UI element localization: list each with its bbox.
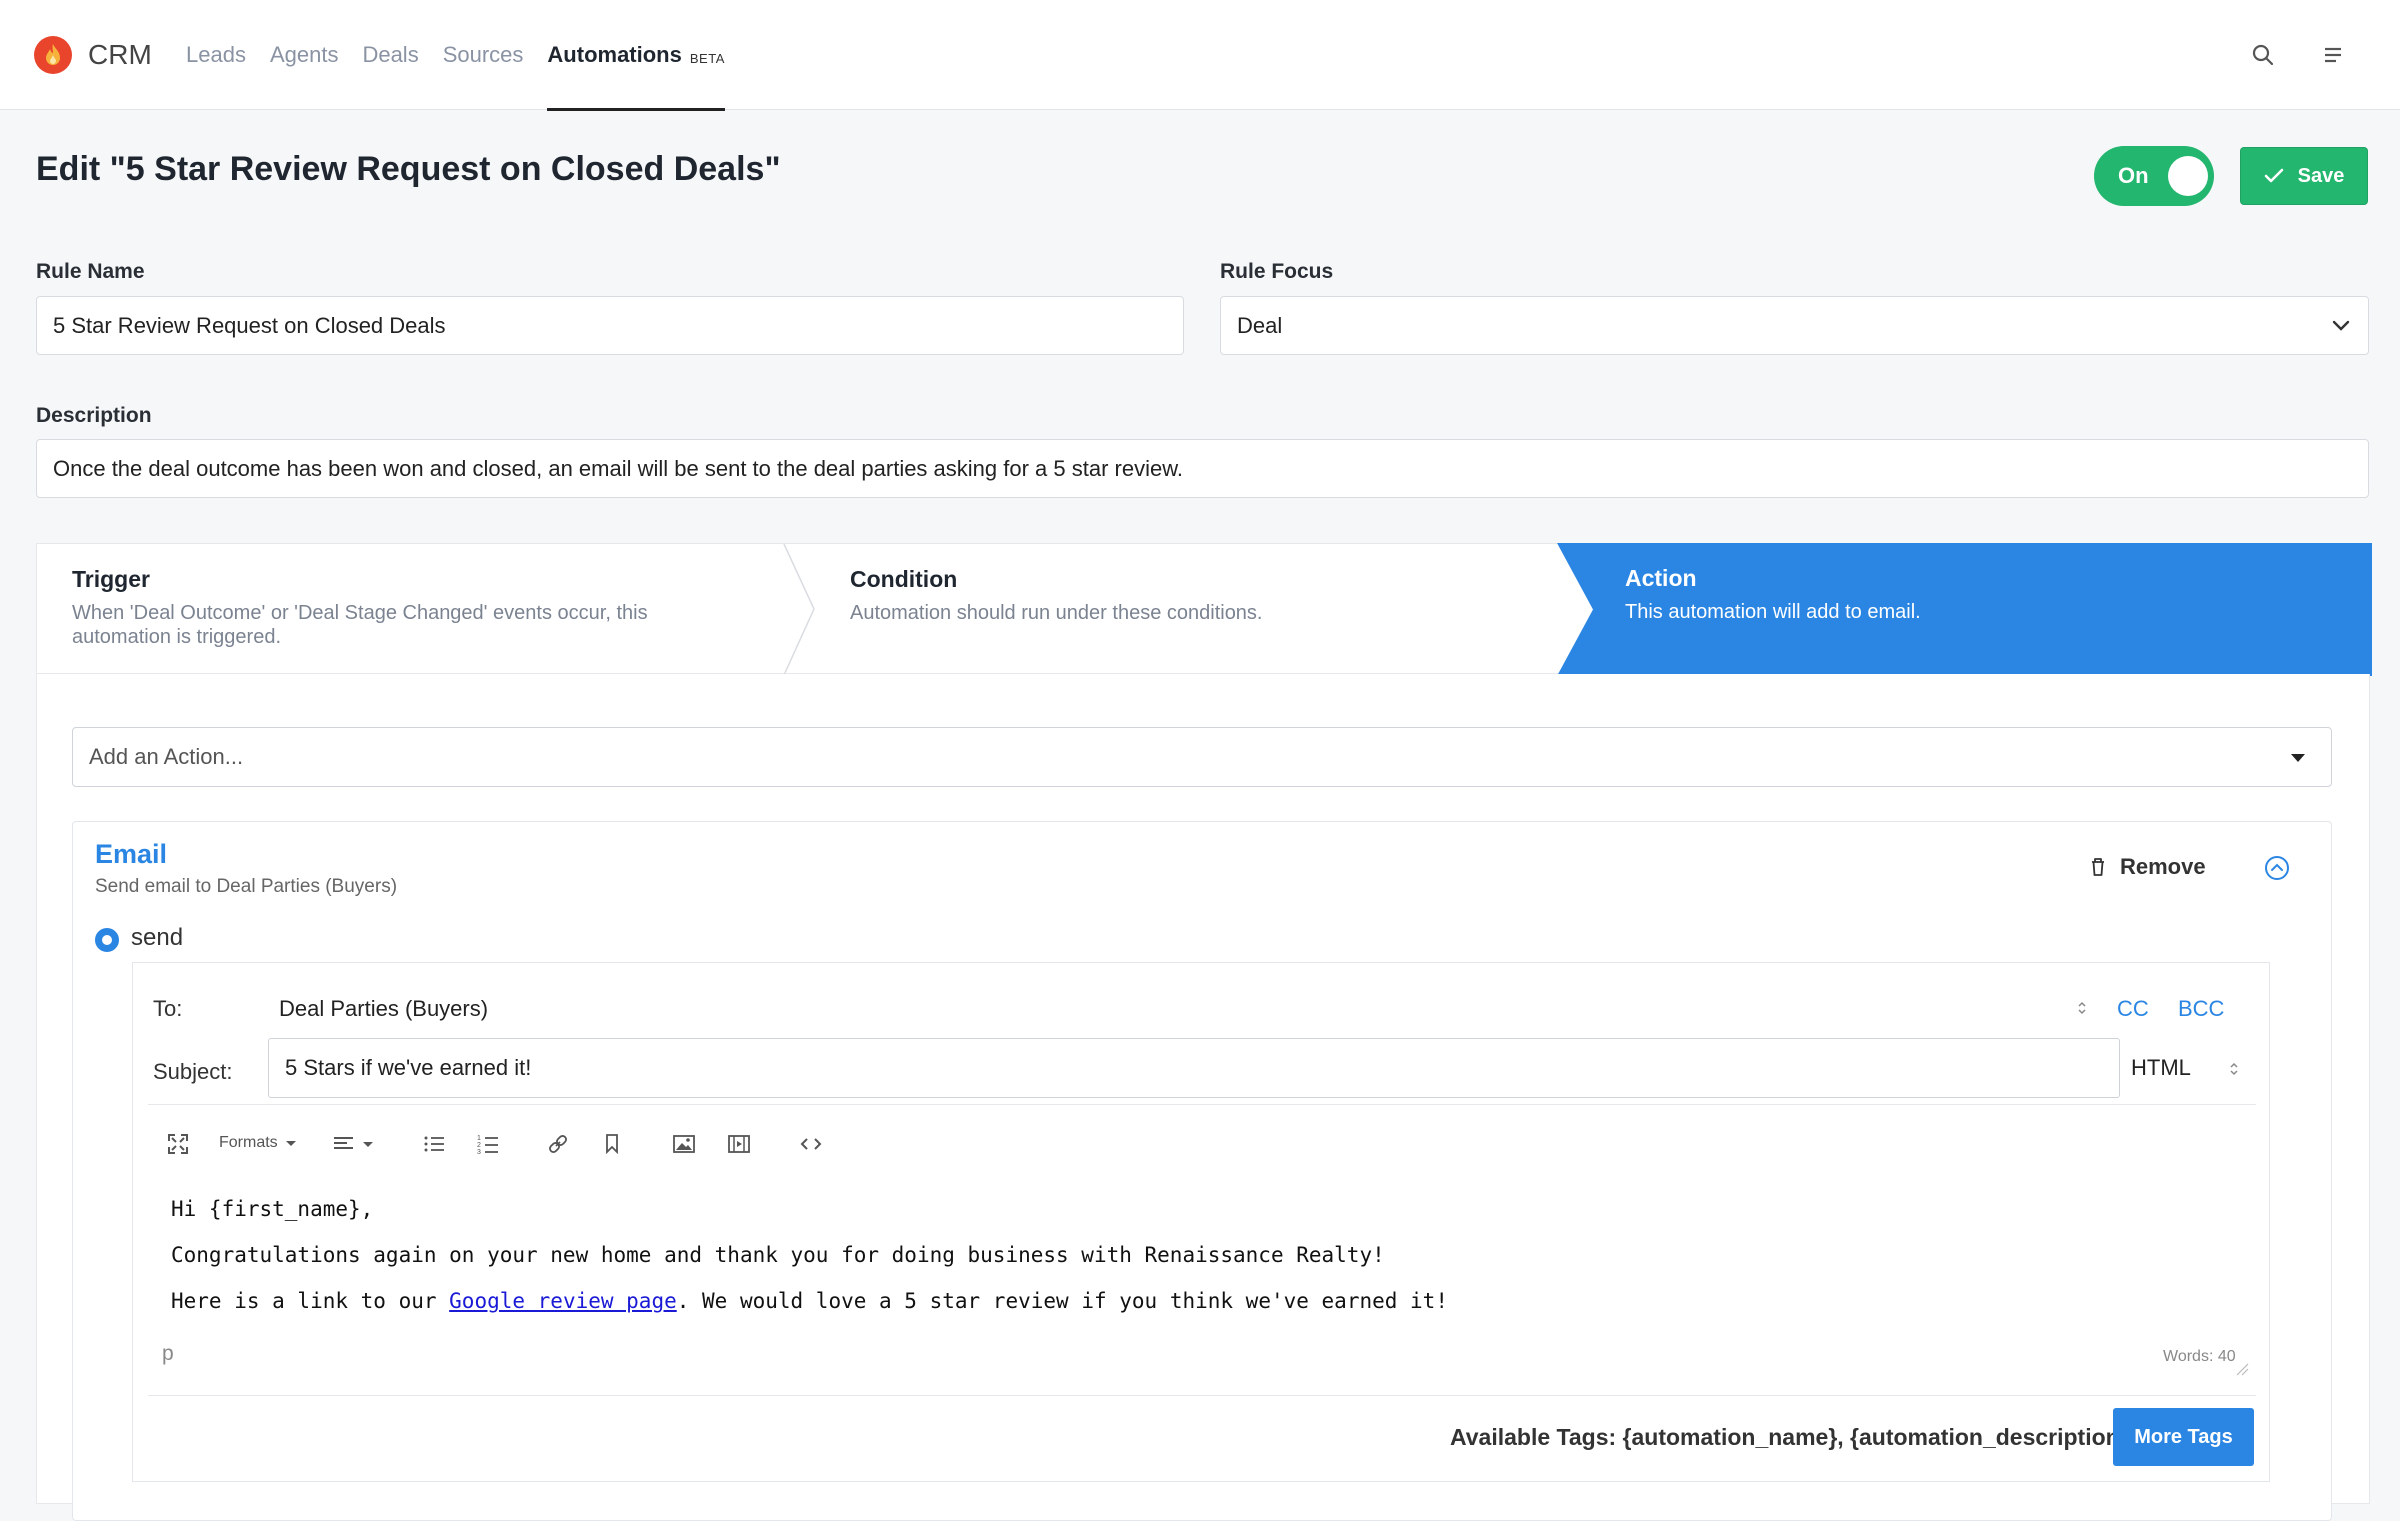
nav-item-deals[interactable]: Deals — [362, 0, 418, 110]
element-path: p — [162, 1342, 174, 1365]
svg-text:3: 3 — [477, 1149, 481, 1154]
nav-label: Agents — [269, 42, 339, 67]
word-count: Words: 40 — [2163, 1348, 2236, 1365]
collapse-icon[interactable] — [2264, 855, 2290, 886]
chevron-down-icon — [2332, 320, 2350, 331]
nav-item-leads[interactable]: Leads — [186, 0, 246, 110]
step-title: Action — [1625, 565, 1697, 591]
available-tags: Available Tags: {automation_name}, {auto… — [1450, 1424, 2129, 1450]
step-title: Trigger — [72, 566, 150, 592]
to-label: To: — [153, 996, 183, 1021]
code-icon[interactable] — [797, 1130, 825, 1158]
rule-name-input[interactable]: 5 Star Review Request on Closed Deals — [36, 296, 1184, 355]
send-radio-label: send — [131, 924, 184, 951]
numbered-list-icon[interactable]: 123 — [474, 1130, 502, 1158]
add-action-placeholder: Add an Action... — [89, 744, 244, 769]
google-review-link[interactable]: Google review page — [449, 1289, 677, 1313]
subject-input[interactable]: 5 Stars if we've earned it! — [268, 1038, 2120, 1098]
bcc-link[interactable]: BCC — [2178, 996, 2224, 1022]
nav-item-sources[interactable]: Sources — [443, 0, 524, 110]
nav-item-agents[interactable]: Agents — [270, 0, 339, 110]
svg-text:2: 2 — [477, 1142, 481, 1149]
step-description: This automation will add to email. — [1625, 601, 1921, 623]
save-button[interactable]: Save — [2240, 147, 2368, 205]
nav-label: Automations — [547, 42, 682, 67]
step-title: Condition — [850, 566, 958, 592]
subject-label: Subject: — [153, 1059, 233, 1084]
email-action-subtitle: Send email to Deal Parties (Buyers) — [95, 876, 398, 897]
fullscreen-icon[interactable] — [164, 1130, 192, 1158]
updown-icon — [2230, 1062, 2238, 1076]
align-left-icon[interactable] — [330, 1130, 376, 1158]
step-desc-line: When 'Deal Outcome' or 'Deal Stage Chang… — [72, 602, 648, 624]
step-trigger[interactable]: Trigger When 'Deal Outcome' or 'Deal Sta… — [72, 544, 812, 675]
step-separator — [783, 544, 815, 675]
email-action-title: Email — [95, 839, 168, 869]
cc-link[interactable]: CC — [2117, 996, 2149, 1022]
main-nav: Leads Agents Deals Sources Automations BE… — [186, 0, 749, 111]
add-action-select[interactable]: Add an Action... — [72, 727, 2332, 787]
step-description: Automation should run under these condit… — [850, 602, 1263, 624]
formats-dropdown[interactable]: Formats — [219, 1134, 296, 1152]
enabled-toggle[interactable]: On — [2094, 146, 2214, 206]
link-icon[interactable] — [544, 1130, 572, 1158]
email-body-line[interactable]: Here is a link to our Google review page… — [171, 1289, 1448, 1313]
rule-focus-select[interactable]: Deal — [1220, 296, 2369, 355]
description-label: Description — [36, 404, 152, 427]
nav-label: Deals — [362, 42, 419, 67]
divider — [148, 1104, 2256, 1105]
svg-text:1: 1 — [477, 1135, 481, 1142]
nav-item-automations[interactable]: Automations BETA — [547, 0, 726, 111]
remove-button[interactable]: Remove — [2090, 854, 2206, 880]
formats-label: Formats — [219, 1134, 278, 1151]
body-text: . We would love a 5 star review if you t… — [676, 1289, 1448, 1313]
email-body-line[interactable]: Congratulations again on your new home a… — [171, 1243, 1385, 1267]
divider — [148, 1395, 2256, 1396]
caret-down-icon — [363, 1141, 373, 1147]
rule-name-label: Rule Name — [36, 260, 145, 283]
page-title: Edit "5 Star Review Request on Closed De… — [36, 150, 781, 188]
nav-label: Leads — [186, 42, 246, 67]
toggle-label: On — [2118, 163, 2149, 188]
step-condition[interactable]: Condition Automation should run under th… — [850, 544, 1550, 675]
image-icon[interactable] — [670, 1130, 698, 1158]
check-icon — [2264, 168, 2283, 183]
top-navbar: CRM Leads Agents Deals Sources Automatio… — [0, 0, 2400, 111]
bookmark-icon[interactable] — [598, 1130, 626, 1158]
nav-label: Sources — [442, 42, 524, 67]
remove-label: Remove — [2120, 854, 2206, 879]
send-radio[interactable] — [95, 928, 119, 952]
to-select[interactable]: Deal Parties (Buyers) — [279, 996, 488, 1022]
updown-icon — [2078, 1001, 2086, 1015]
step-description: When 'Deal Outcome' or 'Deal Stage Chang… — [72, 601, 812, 649]
step-action[interactable]: Action This automation will add to email… — [1557, 543, 2372, 676]
rule-focus-label: Rule Focus — [1220, 260, 1334, 283]
more-tags-button[interactable]: More Tags — [2113, 1408, 2254, 1466]
rule-focus-value: Deal — [1237, 312, 1283, 338]
toggle-knob — [2168, 156, 2208, 196]
brand[interactable]: CRM — [34, 34, 152, 76]
trash-icon — [2092, 858, 2104, 876]
email-body-line[interactable]: Hi {first_name}, — [171, 1197, 373, 1221]
flame-icon — [34, 36, 72, 74]
caret-down-icon — [2291, 754, 2305, 762]
media-icon[interactable] — [725, 1130, 753, 1158]
beta-badge: BETA — [689, 50, 725, 66]
resize-handle-icon[interactable] — [2235, 1362, 2249, 1376]
bullet-list-icon[interactable] — [420, 1130, 448, 1158]
caret-down-icon — [285, 1140, 296, 1146]
step-desc-line: automation is triggered. — [72, 626, 282, 648]
format-select[interactable]: HTML — [2131, 1055, 2191, 1081]
search-icon[interactable] — [2248, 40, 2278, 70]
body-text: Here is a link to our — [171, 1289, 450, 1313]
menu-icon[interactable] — [2318, 40, 2348, 70]
save-label: Save — [2297, 164, 2345, 187]
description-input[interactable]: Once the deal outcome has been won and c… — [36, 439, 2369, 498]
app-name: CRM — [88, 39, 152, 70]
automation-steps: Trigger When 'Deal Outcome' or 'Deal Sta… — [36, 543, 2372, 676]
